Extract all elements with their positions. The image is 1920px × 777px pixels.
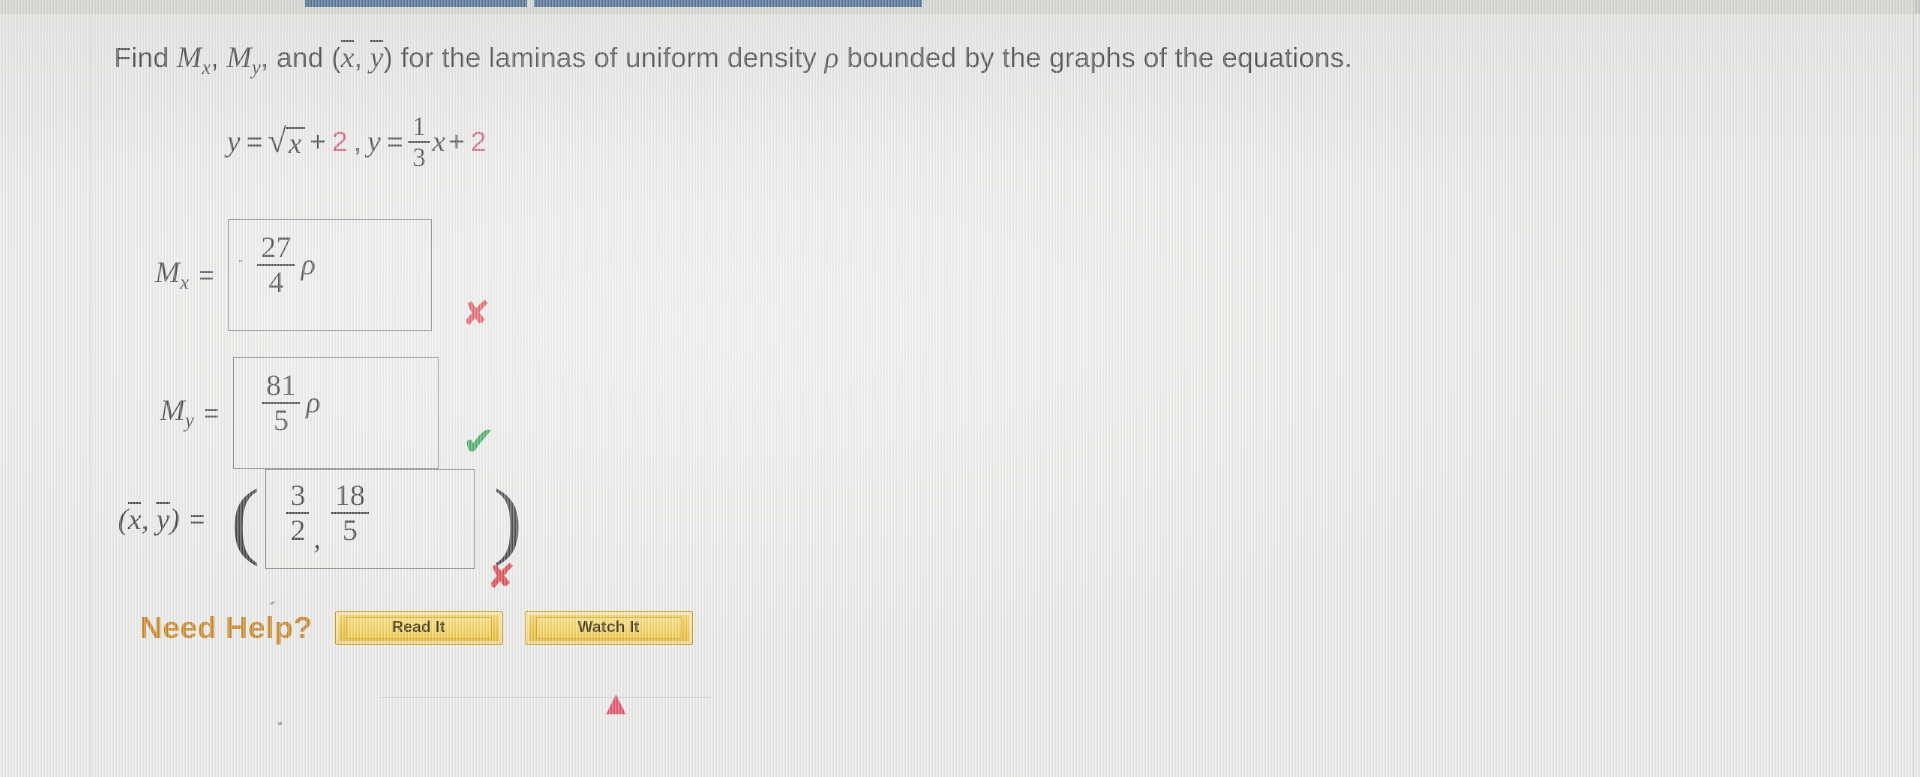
answer-mx-numerator: 27: [261, 231, 292, 264]
centroid-group-paren-open: (: [230, 471, 260, 567]
answer-equals-my: =: [203, 397, 220, 428]
need-help-label: Need Help?: [140, 610, 313, 645]
chrome-right-edge: [1914, 0, 1920, 14]
screen-speck: [239, 260, 242, 262]
prompt-rho-symbol: ρ: [824, 41, 839, 74]
prompt-lead: Find: [114, 42, 169, 73]
centroid-y-value-fraction: 18 5: [330, 479, 369, 548]
browser-chrome-strip: [0, 0, 1920, 14]
watch-it-button-label: Watch It: [535, 617, 682, 639]
centroid-paren-close: ): [169, 502, 180, 536]
section-divider: [380, 697, 710, 698]
prompt-comma-2: ,: [260, 42, 269, 73]
page-right-rule: [1913, 14, 1914, 777]
status-icon-incorrect-centroid: ✘: [487, 557, 516, 597]
centroid-paren-open: (: [118, 502, 128, 536]
answer-label-my-symbol: M: [160, 393, 185, 427]
assignment-page: Find Mx, My, and (x, y) for the laminas …: [0, 14, 1920, 777]
page-left-rule: [90, 14, 91, 777]
screen-speck: [269, 601, 276, 605]
answer-label-mx-subscript: x: [180, 271, 189, 294]
equation-2-denominator: 3: [412, 143, 426, 172]
equation-1-equals: =: [246, 126, 263, 157]
square-root-icon: √ x: [267, 123, 305, 160]
equation-2-constant: 2: [470, 126, 487, 157]
answer-input-centroid[interactable]: 3 2 , 18 5: [265, 469, 476, 569]
radical-sign: √: [267, 123, 287, 160]
equation-1-lhs: y: [227, 125, 241, 158]
equation-separator: ,: [353, 126, 362, 157]
centroid-x-bar: x: [128, 501, 142, 536]
screen-speck: [277, 721, 283, 726]
read-it-button[interactable]: Read It: [334, 611, 503, 645]
equation-1-plus: +: [309, 126, 327, 157]
prompt-mx-symbol: M: [176, 41, 202, 74]
prompt-y-bar: y: [370, 40, 384, 74]
read-it-button-label: Read It: [345, 617, 492, 639]
centroid-x-value-fraction: 3 2: [286, 479, 310, 548]
prompt-tail-2: bounded by the graphs of the equations.: [846, 42, 1353, 73]
centroid-x-numerator: 3: [290, 479, 306, 512]
watch-it-button[interactable]: Watch It: [524, 611, 693, 645]
answer-label-mx: Mx: [155, 256, 189, 295]
prompt-my-subscript: y: [251, 57, 261, 79]
centroid-group-paren-close: ): [493, 471, 523, 567]
problem-equations: y = √ x + 2 , y = 1 3 x + 2: [224, 113, 489, 171]
answer-label-mx-symbol: M: [155, 255, 180, 289]
prompt-my-symbol: M: [226, 41, 252, 74]
prompt-tail-1: for the laminas of uniform density: [400, 42, 817, 73]
centroid-x-denominator: 2: [290, 514, 306, 548]
prompt-x-bar: x: [340, 40, 355, 74]
status-icon-incorrect-mx: ✘: [462, 294, 491, 334]
equation-2-variable: x: [432, 125, 446, 158]
answer-equals-centroid: =: [189, 503, 205, 534]
prompt-paren-open: (: [331, 42, 341, 73]
answer-input-mx[interactable]: 27 4 ρ: [228, 219, 433, 331]
equation-2-plus: +: [448, 126, 465, 157]
radical-body: x: [286, 127, 305, 159]
equation-2-equals: =: [386, 126, 404, 157]
answer-input-my[interactable]: 81 5 ρ: [233, 357, 440, 469]
centroid-y-denominator: 5: [342, 514, 358, 548]
equation-2-lhs: y: [367, 125, 381, 158]
prompt-mid-comma: ,: [354, 42, 363, 73]
centroid-value-separator: ,: [313, 522, 321, 555]
answer-label-my-subscript: y: [185, 409, 194, 432]
prompt-mx-subscript: x: [201, 57, 211, 79]
prompt-paren-close: ): [383, 42, 393, 73]
answer-mx-unit-rho: ρ: [301, 248, 316, 281]
chrome-tab-strip-2[interactable]: [534, 0, 922, 7]
answer-my-numerator: 81: [266, 369, 297, 402]
chevron-up-icon[interactable]: ▲: [606, 690, 626, 716]
answer-my-unit-rho: ρ: [306, 386, 321, 419]
centroid-y-bar: y: [156, 501, 170, 536]
answer-row-mx: Mx = 27 4 ρ: [155, 219, 433, 331]
answer-row-my: My = 81 5 ρ: [160, 357, 440, 469]
prompt-comma-1: ,: [210, 42, 219, 73]
centroid-y-numerator: 18: [334, 479, 365, 512]
problem-prompt: Find Mx, My, and (x, y) for the laminas …: [114, 40, 1352, 85]
answer-mx-denominator: 4: [268, 266, 284, 300]
need-help-section: Need Help? Read It Watch It: [140, 610, 715, 646]
equation-2-fraction: 1 3: [408, 111, 431, 172]
answer-row-centroid: (x, y) = ( 3 2 , 18 5 ): [118, 469, 522, 569]
answer-my-denominator: 5: [273, 404, 289, 438]
chrome-tab-strip-1[interactable]: [305, 0, 527, 7]
equation-2-numerator: 1: [412, 111, 426, 141]
centroid-label-comma: ,: [141, 502, 149, 536]
prompt-and: and: [276, 42, 324, 73]
status-icon-correct-my: ✔: [462, 419, 496, 465]
answer-value-my-fraction: 81 5: [262, 369, 301, 438]
answer-value-mx-fraction: 27 4: [257, 231, 296, 300]
answer-label-my: My: [160, 394, 194, 433]
answer-label-centroid: (x, y): [118, 501, 180, 537]
answer-equals-mx: =: [198, 259, 215, 290]
equation-1-constant: 2: [332, 126, 348, 157]
